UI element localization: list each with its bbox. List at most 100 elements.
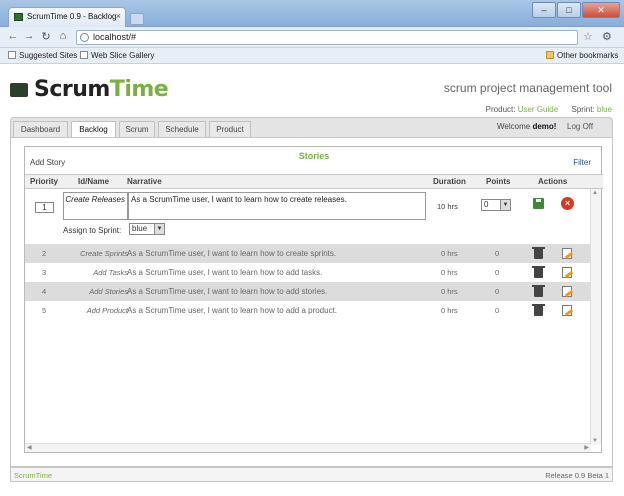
col-points: Points <box>486 177 511 186</box>
edit-icon[interactable] <box>562 248 572 259</box>
main-nav: Dashboard Backlog Scrum Schedule Product… <box>10 117 613 139</box>
page-icon <box>80 51 88 59</box>
row-points: 0 <box>495 268 500 277</box>
stories-table-header: Priority Id/Name Narrative Duration Poin… <box>25 174 603 189</box>
tagline: scrum project management tool <box>443 81 612 95</box>
release-version: Release 0.9 Beta 1 <box>545 471 609 480</box>
row-name: Create Sprints <box>80 249 128 258</box>
col-narrative: Narrative <box>127 177 162 186</box>
col-actions: Actions <box>538 177 568 186</box>
dropdown-arrow-icon: ▼ <box>154 224 164 234</box>
wrench-icon[interactable]: ⚙ <box>602 30 612 43</box>
close-tab-icon[interactable]: × <box>116 11 121 21</box>
row-duration: 0 hrs <box>441 249 458 258</box>
row-name: Add Tasks <box>93 268 128 277</box>
tab-product[interactable]: Product <box>209 121 251 138</box>
tab-scrum[interactable]: Scrum <box>119 121 155 138</box>
row-narrative: As a ScrumTime user, I want to learn how… <box>127 268 323 277</box>
scroll-up-arrow-icon[interactable]: ▲ <box>592 190 598 196</box>
browser-toolbar: ← → ↻ ⌂ localhost/# ☆ ⚙ <box>0 27 624 48</box>
vertical-scrollbar[interactable]: ▲ ▼ <box>590 189 601 445</box>
backlog-panel: Stories Add Story Filter Priority Id/Nam… <box>10 137 613 467</box>
story-name-input[interactable]: Create Releases <box>63 192 128 220</box>
stories-title: Stories <box>298 151 330 161</box>
sprint-link[interactable]: blue <box>597 105 612 114</box>
col-priority: Priority <box>30 177 59 186</box>
assign-sprint-label: Assign to Sprint: <box>63 226 122 235</box>
row-narrative: As a ScrumTime user, I want to learn how… <box>127 249 337 258</box>
row-name: Add Product <box>86 306 128 315</box>
scroll-left-arrow-icon[interactable]: ◀ <box>27 444 32 451</box>
row-priority: 3 <box>42 268 47 277</box>
bookmark-web-slice-gallery[interactable]: Web Slice Gallery <box>80 51 154 60</box>
row-priority: 2 <box>42 249 47 258</box>
trash-icon[interactable] <box>532 266 545 278</box>
table-row[interactable]: 3 Add Tasks As a ScrumTime user, I want … <box>25 263 591 282</box>
train-icon <box>10 83 28 97</box>
row-duration: 0 hrs <box>441 287 458 296</box>
bookmark-star-icon[interactable]: ☆ <box>583 30 593 43</box>
trash-icon[interactable] <box>532 285 545 297</box>
back-arrow-icon[interactable]: ← <box>6 30 20 42</box>
bookmarks-bar: Suggested Sites Web Slice Gallery Other … <box>0 48 624 64</box>
assign-sprint-select[interactable]: blue ▼ <box>129 223 165 235</box>
product-link[interactable]: User Guide <box>518 105 558 114</box>
window-titlebar: ScrumTime 0.9 - Backlog × – □ ✕ <box>0 0 624 27</box>
row-narrative: As a ScrumTime user, I want to learn how… <box>127 287 328 296</box>
trash-icon[interactable] <box>532 304 545 316</box>
row-priority: 5 <box>42 306 47 315</box>
scroll-down-arrow-icon[interactable]: ▼ <box>592 438 598 444</box>
add-story-link[interactable]: Add Story <box>30 158 65 167</box>
row-duration: 0 hrs <box>441 306 458 315</box>
edit-icon[interactable] <box>562 305 572 316</box>
col-duration: Duration <box>433 177 466 186</box>
other-bookmarks[interactable]: Other bookmarks <box>546 51 618 60</box>
folder-icon <box>546 51 554 59</box>
narrative-textarea[interactable]: As a ScrumTime user, I want to learn how… <box>128 192 426 220</box>
page-content: ScrumTime scrum project management tool … <box>0 64 624 496</box>
edit-icon[interactable] <box>562 267 572 278</box>
duration-value: 10 hrs <box>437 202 458 211</box>
story-edit-row: 1 Create Releases As a ScrumTime user, I… <box>25 189 591 240</box>
scroll-right-arrow-icon[interactable]: ▶ <box>584 444 589 451</box>
table-row[interactable]: 4 Add Stories As a ScrumTime user, I wan… <box>25 282 591 301</box>
points-select[interactable]: 0 ▼ <box>481 199 511 211</box>
tab-schedule[interactable]: Schedule <box>158 121 206 138</box>
row-points: 0 <box>495 249 500 258</box>
filter-link[interactable]: Filter <box>573 158 591 167</box>
row-points: 0 <box>495 287 500 296</box>
row-duration: 0 hrs <box>441 268 458 277</box>
maximize-button[interactable]: □ <box>557 2 581 18</box>
edit-icon[interactable] <box>562 286 572 297</box>
favicon-icon <box>14 13 23 21</box>
window-close-button[interactable]: ✕ <box>582 2 620 18</box>
logoff-link[interactable]: Log Off <box>567 122 593 131</box>
page-footer: ScrumTime Release 0.9 Beta 1 <box>10 467 613 482</box>
stories-panel: Stories Add Story Filter Priority Id/Nam… <box>24 146 603 453</box>
save-icon[interactable] <box>533 198 544 209</box>
footer-brand: ScrumTime <box>14 471 53 480</box>
priority-input[interactable]: 1 <box>35 202 54 213</box>
welcome-text: Welcome demo! <box>497 122 557 131</box>
row-priority: 4 <box>42 287 47 296</box>
globe-icon <box>80 33 89 42</box>
tab-dashboard[interactable]: Dashboard <box>13 121 68 138</box>
address-text: localhost/# <box>93 32 137 42</box>
dropdown-arrow-icon: ▼ <box>500 200 510 210</box>
home-icon[interactable]: ⌂ <box>56 30 70 42</box>
browser-tab-title: ScrumTime 0.9 - Backlog <box>27 12 117 21</box>
cancel-icon[interactable]: × <box>561 197 574 210</box>
address-bar[interactable]: localhost/# <box>76 30 578 45</box>
bookmark-suggested-sites[interactable]: Suggested Sites <box>8 51 77 60</box>
table-row[interactable]: 5 Add Product As a ScrumTime user, I wan… <box>25 301 591 320</box>
new-tab-button[interactable] <box>130 13 144 25</box>
horizontal-scrollbar[interactable]: ◀ ▶ <box>25 443 591 452</box>
table-row[interactable]: 2 Create Sprints As a ScrumTime user, I … <box>25 244 591 263</box>
trash-icon[interactable] <box>532 247 545 259</box>
browser-tab[interactable]: ScrumTime 0.9 - Backlog × <box>8 7 126 27</box>
forward-arrow-icon[interactable]: → <box>22 30 36 42</box>
col-id-name: Id/Name <box>78 177 110 186</box>
minimize-button[interactable]: – <box>532 2 556 18</box>
reload-icon[interactable]: ↻ <box>39 30 53 43</box>
row-narrative: As a ScrumTime user, I want to learn how… <box>127 306 338 315</box>
